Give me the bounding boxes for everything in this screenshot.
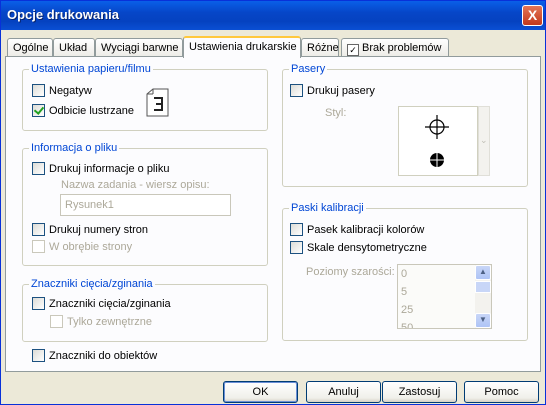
- checkbox-label: W obrębie strony: [49, 241, 133, 253]
- tab-label: Ogólne: [13, 42, 49, 54]
- checkbox-box[interactable]: [290, 84, 303, 97]
- gray-levels-list[interactable]: 0 5 25 50 ▲ ▼: [397, 264, 492, 329]
- densitometer-scales-checkbox[interactable]: Skale densytometryczne: [290, 241, 427, 255]
- close-button[interactable]: X: [522, 5, 543, 26]
- cancel-button[interactable]: Anuluj: [306, 381, 381, 403]
- print-registration-marks-checkbox[interactable]: Drukuj pasery: [290, 84, 375, 98]
- checkbox-label: Znaczniki do obiektów: [49, 350, 158, 362]
- mirror-checkbox[interactable]: Odbicie lustrzane: [32, 104, 134, 118]
- tab-label: Wyciągi barwne: [101, 42, 179, 54]
- style-label: Styl:: [325, 107, 347, 119]
- checkbox-box[interactable]: [32, 84, 45, 97]
- checkbox-box[interactable]: [32, 223, 45, 236]
- print-page-numbers-checkbox[interactable]: Drukuj numery stron: [32, 223, 148, 237]
- chevron-down-icon: ⌄: [480, 135, 488, 145]
- checkbox-label: Odbicie lustrzane: [49, 105, 134, 117]
- group-title: Znaczniki cięcia/zginania: [29, 278, 155, 290]
- window-title: Opcje drukowania: [7, 7, 119, 22]
- apply-button[interactable]: Zastosuj: [382, 381, 457, 403]
- checkbox-label: Tylko zewnętrzne: [67, 316, 152, 328]
- checkbox-box[interactable]: [290, 223, 303, 236]
- within-page-checkbox[interactable]: W obrębie strony: [32, 240, 132, 254]
- tab-label: Układ: [59, 42, 88, 54]
- gray-levels-scrollbar[interactable]: ▲ ▼: [475, 265, 491, 328]
- group-title: Ustawienia papieru/filmu: [29, 63, 153, 75]
- checkbox-box[interactable]: [32, 162, 45, 175]
- print-options-dialog: Opcje drukowania X Ogólne Układ Wyciągi …: [0, 0, 546, 405]
- color-calibration-bar-checkbox[interactable]: Pasek kalibracji kolorów: [290, 223, 424, 237]
- paper-settings-group: Ustawienia papieru/filmu: [22, 63, 268, 131]
- checkbox-label: Drukuj informacje o pliku: [49, 163, 170, 175]
- outer-only-checkbox[interactable]: Tylko zewnętrzne: [50, 315, 152, 329]
- checkbox-box[interactable]: [290, 241, 303, 254]
- tab-label: Ustawienia drukarskie: [189, 41, 297, 53]
- scroll-down-icon[interactable]: ▼: [475, 313, 491, 328]
- tab-label: Różne: [307, 42, 339, 54]
- job-name-input[interactable]: Rysunek1: [60, 194, 231, 216]
- print-file-info-checkbox[interactable]: Drukuj informacje o pliku: [32, 162, 169, 176]
- crop-marks-checkbox[interactable]: Znaczniki cięcia/zginania: [32, 297, 171, 311]
- scroll-up-icon[interactable]: ▲: [475, 265, 491, 280]
- tab-strip: Ogólne Układ Wyciągi barwne Ustawienia d…: [5, 36, 545, 58]
- checkbox-label: Drukuj numery stron: [49, 224, 149, 236]
- checkbox-label: Znaczniki cięcia/zginania: [49, 298, 171, 310]
- checkbox-label: Drukuj pasery: [307, 85, 375, 97]
- title-bar[interactable]: Opcje drukowania X: [1, 1, 545, 30]
- tab-prepress[interactable]: Ustawienia drukarskie: [183, 36, 301, 58]
- ok-button[interactable]: OK: [223, 381, 298, 403]
- checkbox-label: Pasek kalibracji kolorów: [307, 224, 425, 236]
- mirrored-page-icon: [146, 88, 169, 117]
- checklist-icon: ✓: [347, 44, 359, 56]
- group-title: Informacja o pliku: [29, 142, 120, 154]
- tab-layout[interactable]: Układ: [53, 38, 95, 57]
- checkbox-box[interactable]: [32, 349, 45, 362]
- help-button[interactable]: Pomoc: [464, 381, 539, 403]
- registration-style-preview: [425, 115, 449, 168]
- job-name-label: Nazwa zadania - wiersz opisu:: [61, 179, 210, 191]
- tab-panel: Ustawienia papieru/filmu Negatyw Odbicie…: [5, 56, 541, 372]
- crop-marks-group: Znaczniki cięcia/zginania: [22, 278, 268, 342]
- object-marks-checkbox[interactable]: Znaczniki do obiektów: [32, 349, 157, 363]
- gray-levels-label: Poziomy szarości:: [306, 266, 395, 278]
- tab-label: Brak problemów: [362, 42, 442, 54]
- checkbox-box[interactable]: [32, 240, 45, 253]
- registration-style-picker[interactable]: [398, 106, 478, 176]
- checkbox-label: Skale densytometryczne: [307, 242, 427, 254]
- group-title: Paski kalibracji: [289, 202, 366, 214]
- tab-general[interactable]: Ogólne: [7, 38, 53, 57]
- checkbox-box[interactable]: [50, 315, 63, 328]
- tab-issues[interactable]: ✓ Brak problemów: [341, 38, 449, 57]
- checkbox-label: Negatyw: [49, 85, 92, 97]
- tab-misc[interactable]: Różne: [301, 38, 339, 57]
- tab-separations[interactable]: Wyciągi barwne: [95, 38, 183, 57]
- checkbox-box[interactable]: [32, 104, 45, 117]
- style-scroll[interactable]: ⌄: [478, 106, 490, 176]
- close-icon: X: [527, 7, 538, 23]
- group-title: Pasery: [289, 63, 328, 75]
- job-name-value: Rysunek1: [65, 199, 114, 211]
- scroll-thumb[interactable]: [475, 281, 491, 293]
- checkbox-box[interactable]: [32, 297, 45, 310]
- negative-checkbox[interactable]: Negatyw: [32, 84, 92, 98]
